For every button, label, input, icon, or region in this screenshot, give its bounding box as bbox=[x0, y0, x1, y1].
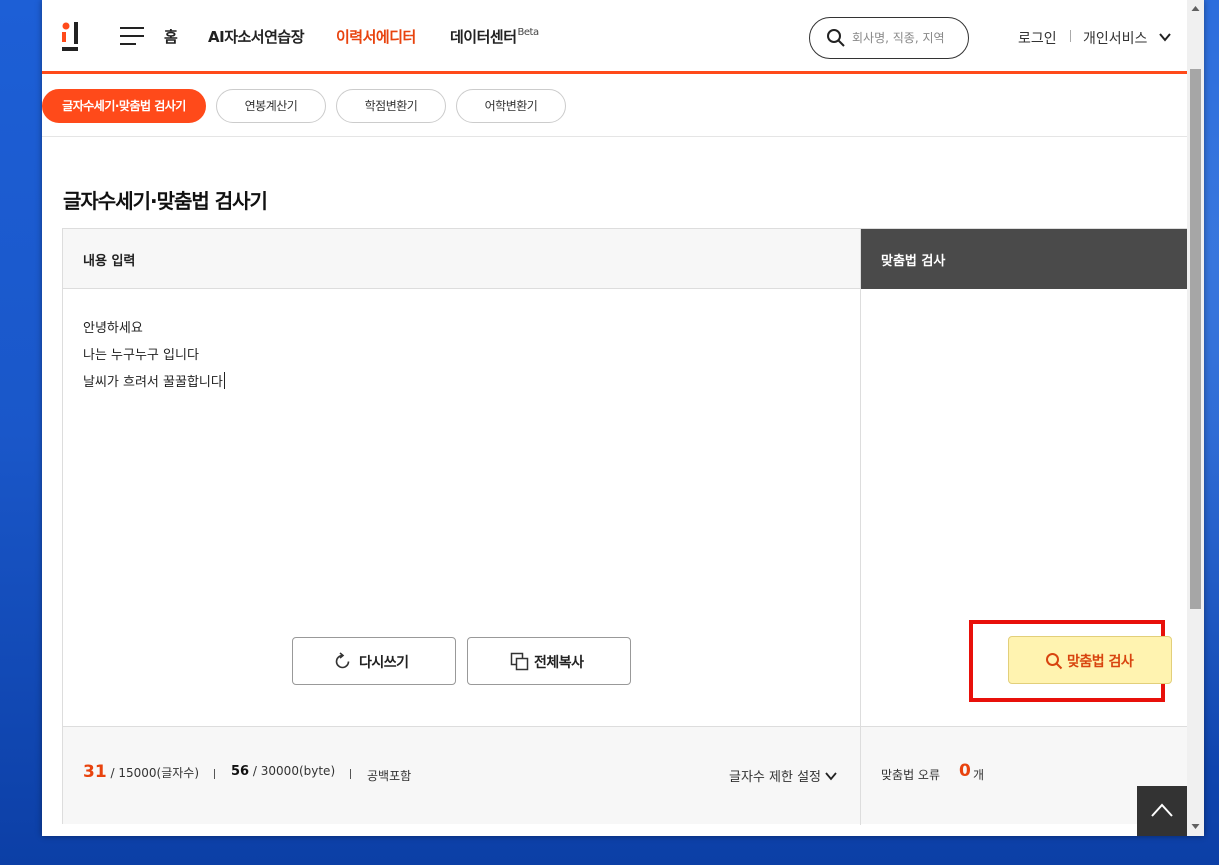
vertical-scrollbar[interactable] bbox=[1187, 0, 1204, 836]
spell-error-count: 0 bbox=[959, 761, 971, 781]
spellcheck-header: 맞춤법 검사 bbox=[861, 229, 1189, 289]
browser-window: 홈 AI자소서연습장 이력서에디터 데이터센터Beta 로그인 개인서비스 글자… bbox=[42, 0, 1204, 836]
refresh-icon bbox=[335, 652, 350, 669]
byte-limit: / 30000(byte) bbox=[252, 764, 336, 778]
spellcheck-header-title: 맞춤법 검사 bbox=[881, 254, 946, 269]
login-link[interactable]: 로그인 bbox=[1018, 28, 1057, 48]
search-box[interactable] bbox=[809, 17, 969, 59]
nav-home[interactable]: 홈 bbox=[164, 26, 178, 47]
text-line-current: 날씨가 흐려서 꿀꿀합니다 bbox=[83, 369, 823, 396]
scroll-down-arrow-icon[interactable] bbox=[1187, 818, 1204, 835]
personal-service-label: 개인서비스 bbox=[1083, 31, 1148, 47]
header-divider bbox=[1070, 30, 1071, 42]
search-input[interactable] bbox=[852, 27, 962, 49]
char-count: 31 bbox=[83, 762, 107, 782]
chevron-down-icon bbox=[1159, 33, 1171, 42]
counter-bar: 31 / 15000(글자수) 56 / 30000(byte) 공백포함 글자… bbox=[63, 726, 860, 824]
nav-data-center[interactable]: 데이터센터Beta bbox=[450, 26, 539, 47]
char-limit-setting[interactable]: 글자수 제한 설정 bbox=[729, 766, 837, 785]
logo-icon[interactable] bbox=[60, 20, 86, 54]
beta-badge: Beta bbox=[517, 27, 540, 38]
scroll-to-top-button[interactable] bbox=[1137, 786, 1187, 836]
tab-language-converter[interactable]: 어학변환기 bbox=[456, 89, 566, 123]
byte-count: 56 bbox=[231, 764, 250, 779]
tool-tab-bar: 글자수세기·맞춤법 검사기 연봉계산기 학점변환기 어학변환기 bbox=[42, 77, 1187, 137]
scroll-up-arrow-icon[interactable] bbox=[1187, 0, 1204, 17]
input-header: 내용 입력 bbox=[63, 229, 861, 289]
site-header: 홈 AI자소서연습장 이력서에디터 데이터센터Beta 로그인 개인서비스 bbox=[42, 0, 1187, 74]
content-textarea[interactable]: 안녕하세요 나는 누구누구 입니다 날씨가 흐려서 꿀꿀합니다 bbox=[83, 315, 823, 615]
tab-grade-converter[interactable]: 학점변환기 bbox=[336, 89, 446, 123]
char-limit: / 15000(글자수) bbox=[110, 766, 200, 780]
spellcheck-button[interactable]: 맞춤법 검사 bbox=[1008, 636, 1172, 684]
spell-error-unit: 개 bbox=[973, 768, 985, 782]
input-header-title: 내용 입력 bbox=[83, 254, 136, 269]
editor-panel: 내용 입력 맞춤법 검사 안녕하세요 나는 누구누구 입니다 날씨가 흐려서 꿀… bbox=[62, 228, 1189, 825]
char-limit-setting-label: 글자수 제한 설정 bbox=[729, 770, 821, 785]
nav-data-center-label: 데이터센터 bbox=[450, 28, 517, 46]
text-line: 날씨가 흐려서 꿀꿀합니다 bbox=[83, 375, 223, 390]
spell-error-label: 맞춤법 오류 bbox=[881, 768, 941, 782]
copy-icon bbox=[510, 652, 529, 671]
personal-service-menu[interactable]: 개인서비스 bbox=[1083, 28, 1171, 48]
tab-char-counter-spellcheck[interactable]: 글자수세기·맞춤법 검사기 bbox=[42, 89, 206, 123]
page-title: 글자수세기·맞춤법 검사기 bbox=[63, 189, 268, 213]
text-caret bbox=[223, 372, 225, 389]
nav-ai-resume-practice[interactable]: AI자소서연습장 bbox=[208, 26, 305, 47]
spellcheck-button-label: 맞춤법 검사 bbox=[1067, 654, 1134, 670]
search-icon bbox=[1046, 653, 1063, 670]
space-mode[interactable]: 공백포함 bbox=[367, 767, 411, 784]
reset-button-label: 다시쓰기 bbox=[359, 655, 409, 671]
tab-salary-calculator[interactable]: 연봉계산기 bbox=[216, 89, 326, 123]
char-count-stat: 31 / 15000(글자수) bbox=[83, 762, 199, 782]
text-line: 안녕하세요 bbox=[83, 321, 143, 336]
chevron-down-icon bbox=[825, 772, 837, 781]
scrollbar-thumb[interactable] bbox=[1190, 69, 1201, 609]
stat-divider bbox=[350, 769, 351, 779]
stat-divider bbox=[214, 769, 215, 779]
chevron-up-icon bbox=[1151, 803, 1173, 817]
byte-count-stat: 56 / 30000(byte) bbox=[231, 764, 335, 779]
menu-icon[interactable] bbox=[120, 27, 146, 45]
search-icon bbox=[827, 29, 845, 47]
reset-button[interactable]: 다시쓰기 bbox=[292, 637, 456, 685]
text-line: 나는 누구누구 입니다 bbox=[83, 348, 199, 363]
copy-all-button[interactable]: 전체복사 bbox=[467, 637, 631, 685]
copy-all-button-label: 전체복사 bbox=[534, 655, 584, 671]
nav-resume-editor[interactable]: 이력서에디터 bbox=[336, 26, 416, 47]
